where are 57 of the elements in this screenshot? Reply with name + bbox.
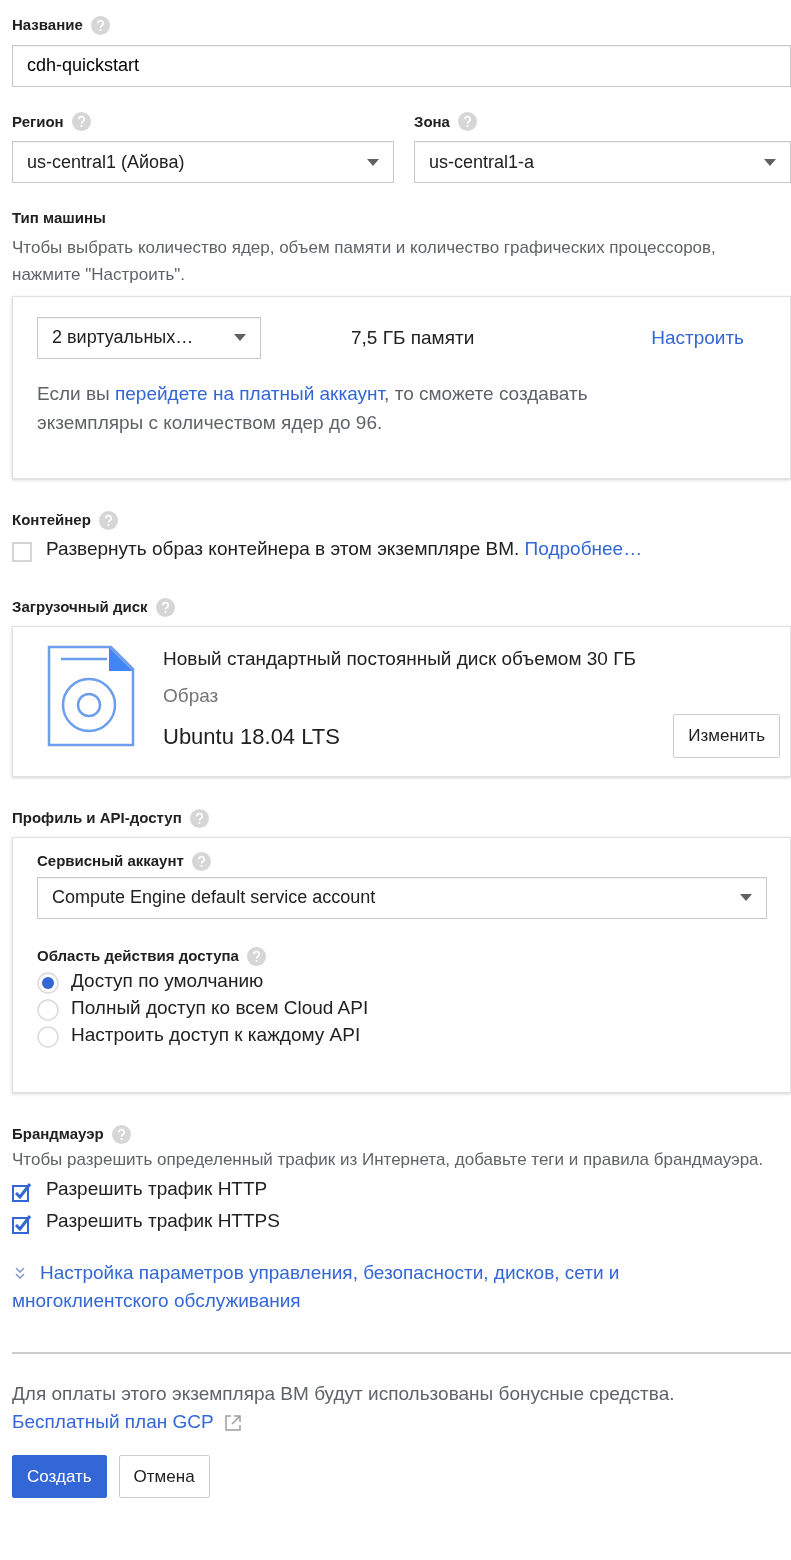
help-icon[interactable] (98, 510, 118, 530)
field-label: Профиль и API-доступ (12, 807, 182, 828)
field-label: Сервисный аккаунт (37, 851, 184, 872)
field-label: Название (12, 15, 83, 35)
create-button[interactable]: Создать (12, 1454, 107, 1499)
dropdown-caret-icon (740, 894, 752, 902)
customize-link[interactable]: Настроить (651, 323, 744, 353)
billing-note: Для оплаты этого экземпляра ВМ будут использованы бонусные средства. (12, 1381, 676, 1406)
field-label: Регион (12, 111, 64, 132)
double-chevron-down-icon (14, 1267, 26, 1281)
help-icon[interactable] (111, 1125, 131, 1144)
help-icon[interactable] (246, 946, 266, 966)
help-icon[interactable] (155, 597, 175, 617)
input-field[interactable]: cdh-quickstart (12, 44, 791, 87)
radio-label: Доступ по умолчанию (71, 968, 264, 993)
field-label: Контейнер (12, 509, 91, 530)
help-icon[interactable] (191, 852, 211, 871)
radio-label: Настроить доступ к каждому API (71, 1022, 361, 1047)
cancel-button[interactable]: Отмена (118, 1454, 210, 1499)
section-title: Тип машины (12, 208, 107, 228)
hint-text: Чтобы разрешить определенный трафик из Интернета, добавьте теги и правила брандмауэра. (12, 1148, 765, 1171)
help-icon[interactable] (189, 808, 209, 828)
free-plan-link[interactable]: Бесплатный план GCP (12, 1408, 214, 1437)
field-label: Зона (414, 111, 450, 132)
external-link-icon (223, 1413, 242, 1432)
dropdown[interactable]: us-central1 (Айова) (12, 141, 394, 183)
help-icon[interactable] (90, 15, 110, 35)
radio-button[interactable] (37, 969, 59, 992)
help-icon[interactable] (71, 112, 91, 132)
image-name: Ubuntu 18.04 LTS (163, 722, 340, 751)
checkbox-label: Разрешить трафик HTTP (46, 1176, 268, 1201)
advanced-options-link[interactable]: Настройка параметров управления, безопасности, дисков, сети и многоклиентского обслуживания (12, 1258, 791, 1316)
dropdown[interactable]: us-central1-a (414, 141, 791, 183)
disk-description: Новый стандартный постоянный диск объемом 30 ГБ (163, 647, 637, 672)
dropdown[interactable]: Compute Engine default service account (37, 876, 767, 919)
image-label: Образ (163, 683, 220, 708)
checkbox[interactable] (12, 539, 32, 560)
upgrade-note: Если вы перейдете на платный аккаунт, то сможете создавать экземпляры с количеством ядер до 96. (37, 381, 589, 436)
learn-more-link[interactable]: Подробнее… (524, 538, 643, 560)
checkbox-label: Разрешить трафик HTTPS (46, 1208, 280, 1233)
dropdown-caret-icon (367, 158, 379, 166)
field-label: Область действия доступа (37, 945, 239, 966)
dropdown-caret-icon (764, 158, 776, 166)
memory-text: 7,5 ГБ памяти (351, 325, 475, 350)
change-button[interactable]: Изменить (673, 714, 780, 758)
disk-image-icon (47, 645, 135, 748)
dropdown-caret-icon (234, 334, 246, 342)
dropdown[interactable]: 2 виртуальных… (37, 316, 261, 359)
radio-button[interactable] (37, 1023, 59, 1046)
field-label: Брандмауэр (12, 1124, 104, 1145)
field-label: Загрузочный диск (12, 596, 148, 617)
radio-button[interactable] (37, 996, 59, 1019)
upgrade-link[interactable]: перейдете на платный аккаунт (114, 382, 385, 404)
help-icon[interactable] (457, 112, 477, 132)
hint-text: Чтобы выбрать количество ядер, объем памяти и количество графических процессоров, нажмите "Настроить". (12, 236, 717, 286)
radio-label: Полный доступ ко всем Cloud API (71, 995, 369, 1020)
checkbox-label: Развернуть образ контейнера в этом экземпляре ВМ. Подробнее… (46, 537, 643, 562)
